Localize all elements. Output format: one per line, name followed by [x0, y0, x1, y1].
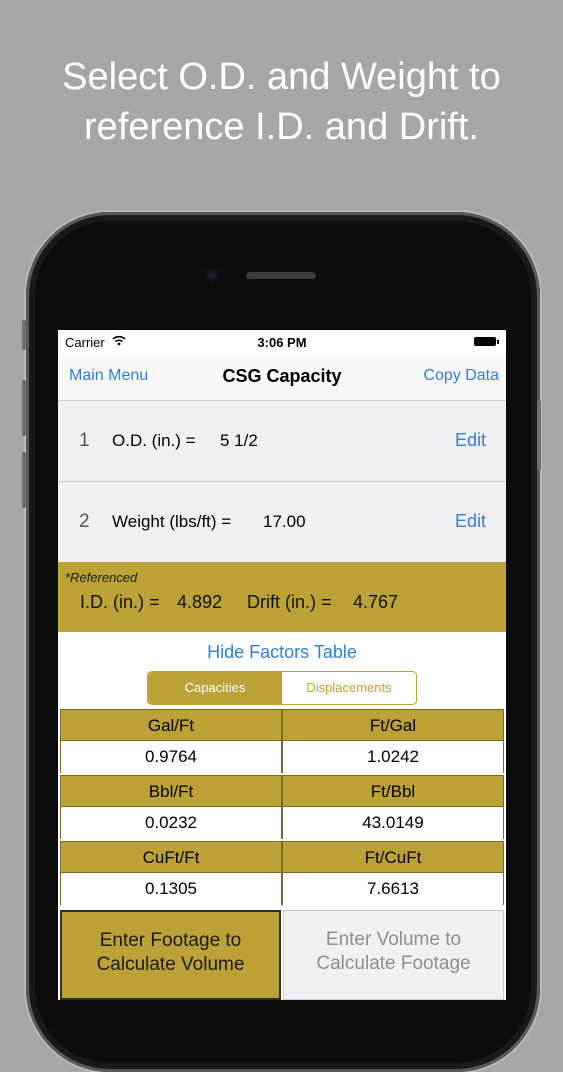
calculate-volume-line-2: Calculate Volume — [96, 954, 245, 975]
referenced-panel: *Referenced I.D. (in.) = 4.892 Drift (in… — [58, 562, 506, 632]
battery-icon — [474, 337, 499, 346]
calculate-volume-line-1: Enter Footage to — [99, 930, 242, 951]
navigation-bar: Main Menu CSG Capacity Copy Data — [58, 354, 506, 401]
od-row[interactable]: 1 O.D. (in.) = 5 1/2 Edit — [58, 401, 506, 482]
phone-mute-switch — [22, 320, 26, 350]
phone-volume-down — [22, 452, 26, 508]
od-edit-button[interactable]: Edit — [455, 430, 486, 451]
drift-value: 4.767 — [353, 592, 399, 612]
headline-line-2: reference I.D. and Drift. — [84, 106, 479, 148]
factor-value: 0.0232 — [60, 807, 282, 839]
factor-header: Ft/CuFt — [282, 841, 504, 873]
capacities-displacements-toggle: Capacities Displacements — [147, 671, 417, 705]
calculate-footage-line-2: Calculate Footage — [316, 953, 471, 974]
row-number: 2 — [79, 511, 90, 532]
factor-header: CuFt/Ft — [60, 841, 282, 873]
factor-header: Bbl/Ft — [60, 775, 282, 807]
od-value: 5 1/2 — [220, 431, 258, 450]
factor-value: 7.6613 — [282, 873, 504, 905]
id-value: 4.892 — [177, 592, 223, 612]
weight-label: Weight (lbs/ft) = — [112, 512, 232, 531]
factor-value: 0.9764 — [60, 741, 282, 773]
drift-label: Drift (in.) = — [247, 592, 332, 612]
app-screen: Carrier 3:06 PM Main Menu CSG Capacity C… — [58, 330, 506, 1000]
phone-power-button — [537, 400, 541, 470]
factor-value: 1.0242 — [282, 741, 504, 773]
earpiece-speaker — [246, 272, 316, 279]
factor-value: 43.0149 — [282, 807, 504, 839]
referenced-note: *Referenced — [65, 570, 138, 585]
row-number: 1 — [79, 430, 90, 451]
calculate-footage-line-1: Enter Volume to — [325, 929, 462, 950]
factor-header: Ft/Gal — [282, 709, 504, 741]
factor-value: 0.1305 — [60, 873, 282, 905]
phone-volume-up — [22, 380, 26, 436]
displacements-segment[interactable]: Displacements — [282, 672, 416, 704]
capacities-segment[interactable]: Capacities — [148, 672, 282, 704]
calculate-volume-button[interactable]: Enter Footage to Calculate Volume — [60, 910, 281, 1000]
factor-header: Gal/Ft — [60, 709, 282, 741]
id-label: I.D. (in.) = — [80, 592, 160, 612]
factor-header: Ft/Bbl — [282, 775, 504, 807]
weight-value: 17.00 — [263, 512, 306, 531]
weight-edit-button[interactable]: Edit — [455, 511, 486, 532]
status-bar: Carrier 3:06 PM — [58, 330, 506, 354]
front-camera-icon — [205, 268, 219, 282]
status-time: 3:06 PM — [257, 335, 307, 350]
calculate-footage-button[interactable]: Enter Volume to Calculate Footage — [283, 910, 504, 1000]
headline-line-1: Select O.D. and Weight to — [62, 56, 501, 98]
od-label: O.D. (in.) = — [112, 431, 196, 450]
hide-factors-table-link[interactable]: Hide Factors Table — [58, 642, 506, 663]
copy-data-button[interactable]: Copy Data — [423, 367, 499, 385]
headline: Select O.D. and Weight to reference I.D.… — [0, 52, 563, 152]
weight-row[interactable]: 2 Weight (lbs/ft) = 17.00 Edit — [58, 482, 506, 563]
